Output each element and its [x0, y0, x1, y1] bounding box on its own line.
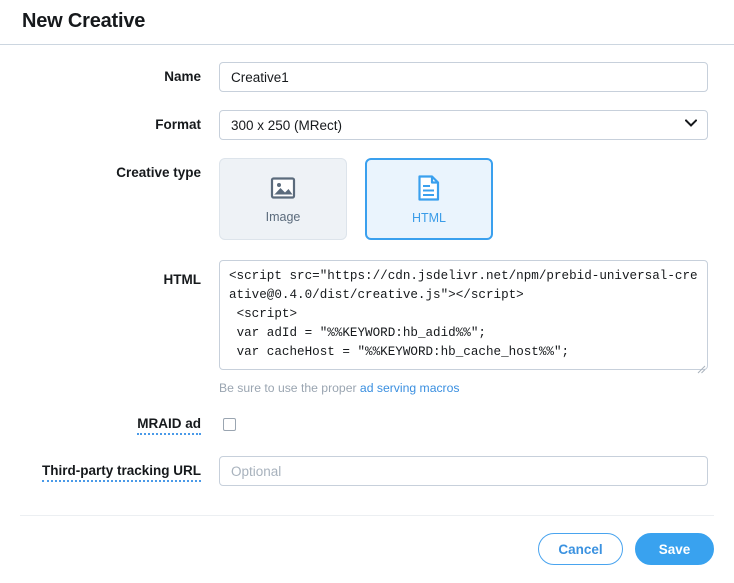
format-label: Format — [0, 110, 219, 140]
cancel-button[interactable]: Cancel — [538, 533, 623, 565]
html-label: HTML — [0, 260, 219, 300]
html-code-textarea[interactable]: <script src="https://cdn.jsdelivr.net/np… — [219, 260, 708, 370]
modal-header: New Creative — [0, 0, 734, 45]
format-control — [219, 110, 734, 140]
name-control — [219, 62, 734, 92]
creative-type-control: Image HTML — [219, 158, 734, 240]
tracking-url-label-text: Third-party tracking URL — [42, 463, 201, 482]
creative-type-card-html[interactable]: HTML — [365, 158, 493, 240]
name-input[interactable] — [219, 62, 708, 92]
page-title: New Creative — [22, 8, 734, 34]
modal-body: Name Format Creative type — [0, 45, 734, 515]
form-row-html: HTML <script src="https://cdn.jsdelivr.n… — [0, 260, 734, 395]
tracking-url-control — [219, 456, 734, 486]
form-row-mraid: MRAID ad — [0, 409, 734, 439]
form-row-creative-type: Creative type Image — [0, 158, 734, 240]
mraid-label-text: MRAID ad — [137, 416, 201, 435]
creative-type-card-image-label: Image — [266, 210, 301, 224]
format-select[interactable] — [219, 110, 708, 140]
html-helper-text: Be sure to use the proper ad serving mac… — [219, 381, 726, 395]
html-control: <script src="https://cdn.jsdelivr.net/np… — [219, 260, 734, 395]
document-icon — [416, 174, 442, 202]
mraid-checkbox[interactable] — [223, 418, 236, 431]
ad-serving-macros-link[interactable]: ad serving macros — [360, 381, 460, 395]
modal-footer: Cancel Save — [20, 515, 714, 583]
tracking-url-label: Third-party tracking URL — [0, 456, 219, 486]
save-button[interactable]: Save — [635, 533, 714, 565]
mraid-control — [219, 409, 734, 434]
creative-type-label: Creative type — [0, 158, 219, 188]
html-helper-prefix: Be sure to use the proper — [219, 381, 360, 395]
mraid-label: MRAID ad — [0, 409, 219, 439]
creative-type-card-image[interactable]: Image — [219, 158, 347, 240]
form-row-tracking-url: Third-party tracking URL — [0, 456, 734, 486]
tracking-url-input[interactable] — [219, 456, 708, 486]
new-creative-modal: New Creative Name Format — [0, 0, 734, 583]
form-row-format: Format — [0, 110, 734, 140]
creative-type-card-html-label: HTML — [412, 211, 446, 225]
form-row-name: Name — [0, 62, 734, 92]
image-icon — [270, 175, 296, 201]
name-label: Name — [0, 62, 219, 92]
